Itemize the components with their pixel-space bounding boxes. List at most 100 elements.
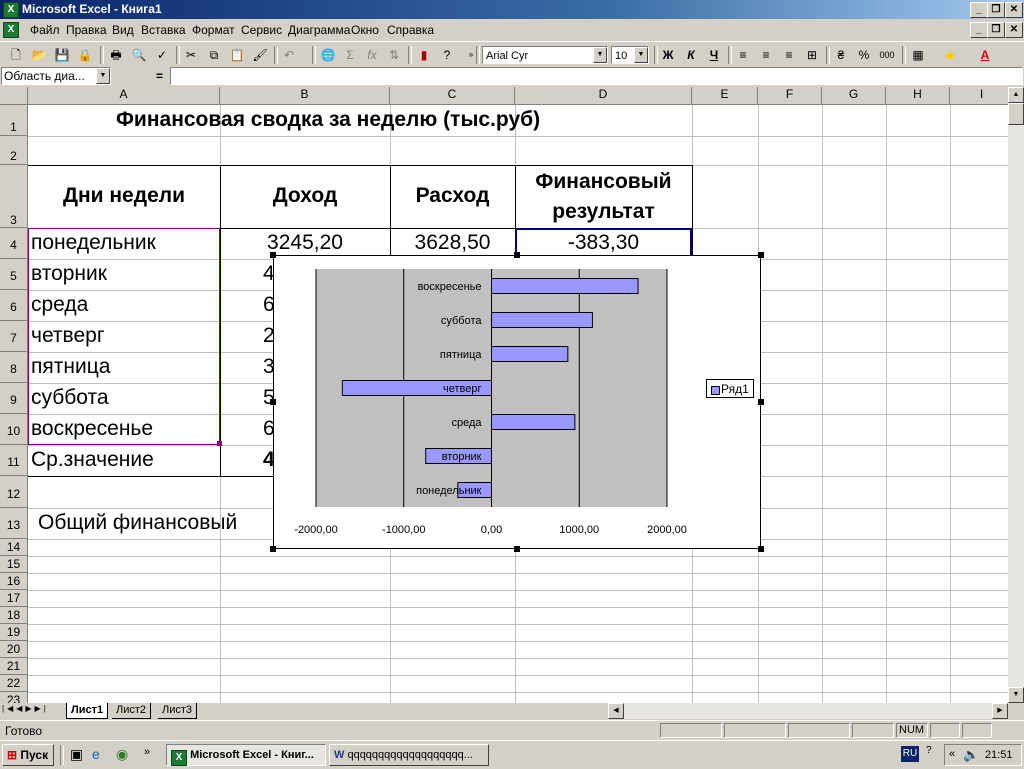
fill-color-icon[interactable]: ◆ xyxy=(940,45,960,65)
start-button[interactable]: ⊞ Пуск xyxy=(2,744,54,766)
chevron-down-icon[interactable]: ▼ xyxy=(634,47,648,63)
menu-insert[interactable]: Вставка xyxy=(141,23,186,37)
cell-result[interactable]: -383,30 xyxy=(515,230,692,256)
quicklaunch-more-icon[interactable]: » xyxy=(144,746,150,758)
chart-resize-handle[interactable] xyxy=(270,546,276,552)
menu-format[interactable]: Формат xyxy=(192,23,235,37)
align-right-icon[interactable]: ≡ xyxy=(779,45,799,65)
row-header[interactable]: 5 xyxy=(0,259,28,290)
print-icon[interactable]: 🖶 xyxy=(106,45,126,65)
scroll-thumb[interactable] xyxy=(1008,103,1024,125)
column-header-f[interactable]: F xyxy=(758,87,822,105)
workbook-icon[interactable]: X xyxy=(3,22,19,38)
header-expense[interactable]: Расход xyxy=(390,183,515,209)
tab-sheet3[interactable]: Лист3 xyxy=(158,703,198,719)
row-header[interactable]: 7 xyxy=(0,321,28,352)
cell-expense[interactable]: 3628,50 xyxy=(390,230,515,256)
menu-window[interactable]: Окно xyxy=(351,23,379,37)
row-header[interactable]: 12 xyxy=(0,476,28,508)
chart-resize-handle[interactable] xyxy=(758,252,764,258)
menu-chart[interactable]: Диаграмма xyxy=(288,23,350,37)
cut-icon[interactable]: ✂ xyxy=(181,45,201,65)
vertical-scrollbar[interactable]: ▲ ▼ xyxy=(1008,87,1024,703)
font-name-select[interactable]: Arial Cyr ▼ xyxy=(482,46,608,64)
row-header[interactable]: 16 xyxy=(0,573,28,590)
close-button[interactable]: ✕ xyxy=(1005,2,1023,18)
clock[interactable]: 21:51 xyxy=(985,749,1013,761)
row-header[interactable]: 21 xyxy=(0,658,28,675)
column-header-g[interactable]: G xyxy=(822,87,886,105)
bar[interactable] xyxy=(491,346,569,362)
media-icon[interactable]: ◉ xyxy=(116,746,128,763)
header-income[interactable]: Доход xyxy=(220,183,390,209)
open-icon[interactable]: 📂 xyxy=(29,45,49,65)
tab-sheet2[interactable]: Лист2 xyxy=(112,703,152,719)
permission-icon[interactable]: 🔒 xyxy=(75,45,95,65)
autosum-icon[interactable]: Σ xyxy=(340,45,360,65)
chart-resize-handle[interactable] xyxy=(270,399,276,405)
column-header-i[interactable]: I xyxy=(950,87,1008,105)
row-header[interactable]: 11 xyxy=(0,445,28,476)
row-header[interactable]: 18 xyxy=(0,607,28,624)
menu-view[interactable]: Вид xyxy=(112,23,134,37)
bar[interactable] xyxy=(491,312,593,328)
chart-resize-handle[interactable] xyxy=(758,399,764,405)
column-header-c[interactable]: C xyxy=(390,87,515,105)
task-word[interactable]: W qqqqqqqqqqqqqqqqqqq... xyxy=(329,744,489,766)
minimize-button[interactable]: _ xyxy=(970,2,988,18)
select-all-corner[interactable] xyxy=(0,87,28,105)
paste-icon[interactable]: 📋 xyxy=(227,45,247,65)
percent-button[interactable]: % xyxy=(854,45,874,65)
sheet-title[interactable]: Финансовая сводка за неделю (тыс.руб) xyxy=(116,107,540,133)
menu-help[interactable]: Справка xyxy=(387,23,434,37)
browser-icon[interactable]: e xyxy=(92,746,100,762)
currency-icon[interactable]: ₴ xyxy=(831,45,851,65)
chart-area[interactable]: -2000,00 -1000,00 0,00 1000,00 2000,00 понеде… xyxy=(273,255,761,549)
header-days[interactable]: Дни недели xyxy=(28,183,220,209)
scroll-right-icon[interactable]: ▶ xyxy=(992,703,1008,719)
column-header-b[interactable]: B xyxy=(220,87,390,105)
cell-day[interactable]: вторник xyxy=(31,261,107,287)
chevron-down-icon[interactable]: ▼ xyxy=(593,47,607,63)
cell-day[interactable]: четверг xyxy=(31,323,104,349)
row-header[interactable]: 8 xyxy=(0,352,28,383)
restore-button[interactable]: ❐ xyxy=(987,2,1005,18)
bar[interactable] xyxy=(491,278,639,294)
row-header[interactable]: 15 xyxy=(0,556,28,573)
doc-close-button[interactable]: ✕ xyxy=(1005,22,1023,38)
column-header-h[interactable]: H xyxy=(886,87,950,105)
row-header[interactable]: 23 xyxy=(0,692,28,703)
row-header[interactable]: 17 xyxy=(0,590,28,607)
chart-resize-handle[interactable] xyxy=(514,546,520,552)
row-header[interactable]: 20 xyxy=(0,641,28,658)
cell-day[interactable]: суббота xyxy=(31,385,109,411)
header-result-line2[interactable]: результат xyxy=(515,199,692,225)
menu-file[interactable]: Файл xyxy=(30,23,60,37)
help-icon[interactable]: ? xyxy=(437,45,457,65)
scroll-down-icon[interactable]: ▼ xyxy=(1008,687,1024,703)
row-header[interactable]: 9 xyxy=(0,383,28,414)
column-header-d[interactable]: D xyxy=(515,87,692,105)
row-header[interactable]: 14 xyxy=(0,539,28,556)
row-header[interactable]: 2 xyxy=(0,136,28,165)
cell-day[interactable]: понедельник xyxy=(31,230,156,256)
column-header-e[interactable]: E xyxy=(692,87,758,105)
doc-minimize-button[interactable]: _ xyxy=(970,22,988,38)
language-indicator[interactable]: RU xyxy=(901,746,919,762)
spelling-icon[interactable]: ✓ xyxy=(152,45,172,65)
tab-scroll-arrows-icon[interactable]: |◀◀▶▶| xyxy=(2,704,49,713)
column-header-a[interactable]: A xyxy=(28,87,220,105)
cell-average-label[interactable]: Ср.значение xyxy=(31,447,154,473)
help-icon[interactable]: ? xyxy=(926,745,932,756)
chart-legend[interactable]: Ряд1 xyxy=(706,379,754,398)
tab-sheet1[interactable]: Лист1 xyxy=(66,703,109,719)
format-painter-icon[interactable]: 🖌 xyxy=(250,45,270,65)
hyperlink-icon[interactable]: 🌐 xyxy=(318,45,338,65)
italic-button[interactable]: К xyxy=(681,45,701,65)
task-excel[interactable]: X Microsoft Excel - Книг... xyxy=(166,744,326,766)
chart-wizard-icon[interactable]: ▮ xyxy=(414,45,434,65)
sort-icon[interactable]: ⇅ xyxy=(384,45,404,65)
cell-total-label[interactable]: Общий финансовый xyxy=(38,510,237,536)
menu-edit[interactable]: Правка xyxy=(66,23,107,37)
bar[interactable] xyxy=(491,414,576,430)
